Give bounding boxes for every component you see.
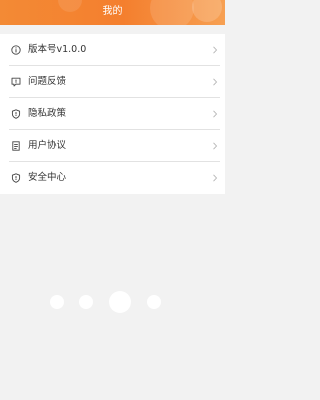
info-icon bbox=[11, 45, 21, 55]
menu-item-label: 版本号v1.0.0 bbox=[28, 44, 87, 55]
menu-item-label: 问题反馈 bbox=[28, 76, 67, 87]
loading-dot bbox=[147, 295, 161, 309]
app-header: 我的 bbox=[0, 0, 225, 25]
menu-item-label: 用户协议 bbox=[28, 140, 67, 151]
menu-item-privacy-policy[interactable]: 隐私政策 bbox=[0, 98, 225, 130]
settings-menu: 版本号v1.0.0 问题反馈 隐私政策 用户协议 安全中心 bbox=[0, 34, 225, 194]
loading-dot bbox=[109, 291, 131, 313]
chevron-right-icon bbox=[213, 174, 218, 182]
loading-dot bbox=[79, 295, 93, 309]
menu-item-feedback[interactable]: 问题反馈 bbox=[0, 66, 225, 98]
page-title: 我的 bbox=[102, 6, 123, 17]
document-icon bbox=[11, 141, 21, 151]
menu-item-label: 隐私政策 bbox=[28, 108, 67, 119]
menu-item-label: 安全中心 bbox=[28, 172, 67, 183]
chevron-right-icon bbox=[213, 142, 218, 150]
menu-item-user-agreement[interactable]: 用户协议 bbox=[0, 130, 225, 162]
chevron-right-icon bbox=[213, 46, 218, 54]
shield-icon bbox=[11, 173, 21, 183]
loading-dot bbox=[50, 295, 64, 309]
shield-icon bbox=[11, 109, 21, 119]
chevron-right-icon bbox=[213, 110, 218, 118]
chevron-right-icon bbox=[213, 78, 218, 86]
menu-item-version[interactable]: 版本号v1.0.0 bbox=[0, 34, 225, 66]
feedback-icon bbox=[11, 77, 21, 87]
menu-item-security-center[interactable]: 安全中心 bbox=[0, 162, 225, 194]
